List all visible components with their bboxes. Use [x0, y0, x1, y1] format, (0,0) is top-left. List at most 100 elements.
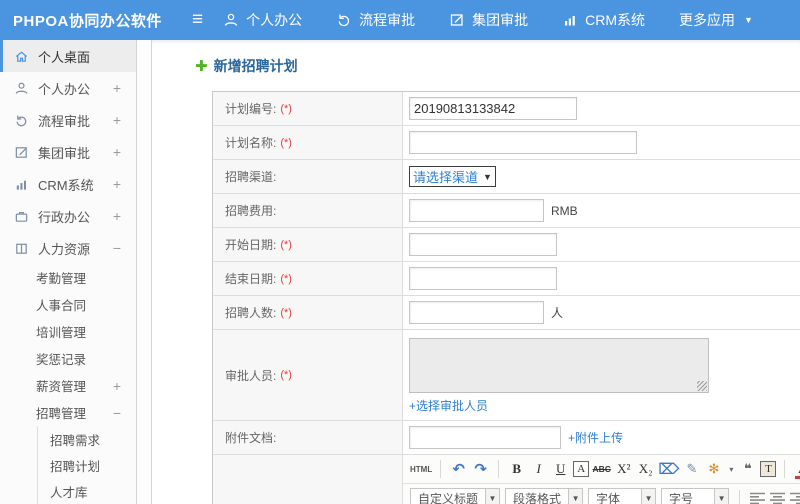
blockquote-icon[interactable]: ❝: [738, 459, 757, 479]
nav-item-group-approval[interactable]: 集团审批: [449, 10, 528, 30]
underline-icon[interactable]: U: [551, 459, 570, 479]
sidebar-item-admin-office[interactable]: 行政办公 +: [0, 200, 136, 232]
toolbar-separator: [498, 460, 500, 478]
edit-icon: [449, 12, 465, 28]
channel-select[interactable]: 请选择渠道 ▼: [409, 166, 496, 187]
auto-clean-icon[interactable]: ✻: [704, 459, 723, 479]
superscript-icon[interactable]: X²: [614, 459, 633, 479]
font-color-icon[interactable]: A: [793, 459, 800, 479]
expand-icon[interactable]: +: [113, 112, 121, 128]
sidebar-splitter[interactable]: [137, 40, 152, 504]
attachment-input[interactable]: [409, 426, 561, 449]
fee-unit: RMB: [551, 203, 578, 218]
field-label: 招聘渠道:: [225, 170, 277, 184]
field-label: 招聘费用:: [225, 204, 277, 218]
redo-icon[interactable]: ↷: [471, 459, 490, 479]
undo-icon[interactable]: ↶: [449, 459, 468, 479]
expand-icon[interactable]: +: [113, 144, 121, 160]
sidebar-item-talent-pool[interactable]: 人才库: [38, 478, 136, 504]
field-label: 审批人员:: [225, 368, 277, 383]
char-border-icon[interactable]: A: [573, 461, 590, 477]
required-mark: (*): [280, 306, 292, 319]
main-content: ✚ 新增招聘计划 计划编号:(*) 计划名称:(*) 招聘渠道: 请选择渠道 ▼: [152, 40, 800, 504]
caret-down-icon: ▼: [485, 489, 500, 504]
caret-down-icon[interactable]: ▾: [727, 459, 735, 479]
sidebar-item-desktop[interactable]: 个人桌面: [0, 40, 136, 72]
font-size-select[interactable]: 字号 ▼: [661, 488, 730, 504]
form-row-attachment: 附件文档: +附件上传: [213, 421, 800, 455]
app-logo: PHPOA协同办公软件: [13, 12, 162, 30]
format-brush-icon[interactable]: ✎: [682, 459, 701, 479]
plus-icon: ✚: [195, 58, 208, 75]
subscript-icon[interactable]: X₂: [636, 459, 655, 479]
caret-down-icon: ▼: [483, 171, 492, 182]
plan-name-input[interactable]: [409, 131, 637, 154]
caret-down-icon: ▼: [568, 489, 583, 504]
required-mark: (*): [280, 272, 292, 285]
nav-item-more-apps[interactable]: 更多应用 ▼: [679, 10, 753, 30]
nav-item-personal-office[interactable]: 个人办公: [223, 10, 302, 30]
hamburger-menu-icon[interactable]: ≡: [192, 9, 203, 31]
sidebar-item-salary[interactable]: 薪资管理 +: [0, 372, 136, 399]
sidebar-item-training[interactable]: 培训管理: [0, 318, 136, 345]
collapse-icon[interactable]: −: [113, 405, 121, 421]
required-mark: (*): [280, 238, 292, 251]
collapse-icon[interactable]: −: [113, 240, 121, 256]
remove-format-icon[interactable]: ⌦: [658, 459, 679, 479]
process-icon: [13, 112, 29, 128]
required-mark: (*): [280, 136, 292, 149]
paste-text-icon[interactable]: T: [760, 461, 777, 477]
recruitment-plan-form: 计划编号:(*) 计划名称:(*) 招聘渠道: 请选择渠道 ▼: [212, 91, 800, 504]
briefcase-icon: [13, 208, 29, 224]
align-left-icon[interactable]: [750, 492, 766, 504]
sidebar-item-rewards[interactable]: 奖惩记录: [0, 345, 136, 372]
sidebar-item-recruitment[interactable]: 招聘管理 −: [0, 399, 136, 426]
font-family-select[interactable]: 字体 ▼: [588, 488, 657, 504]
sidebar-item-process-approval[interactable]: 流程审批 +: [0, 104, 136, 136]
bold-icon[interactable]: B: [507, 459, 526, 479]
top-header: PHPOA协同办公软件 ≡ 个人办公 流程审批 集团审批 CRM系统 更多应用 …: [0, 0, 800, 40]
book-icon: [13, 240, 29, 256]
html-source-button[interactable]: HTML: [410, 459, 432, 479]
required-mark: (*): [280, 369, 292, 381]
user-icon: [223, 12, 239, 28]
toolbar-separator: [739, 489, 741, 504]
expand-icon[interactable]: +: [113, 378, 121, 394]
start-date-input[interactable]: [409, 233, 557, 256]
expand-icon[interactable]: +: [113, 176, 121, 192]
italic-icon[interactable]: I: [529, 459, 548, 479]
process-icon: [336, 12, 352, 28]
sidebar-item-recruit-plan[interactable]: 招聘计划: [38, 452, 136, 478]
expand-icon[interactable]: +: [113, 80, 121, 96]
nav-item-crm[interactable]: CRM系统: [562, 10, 645, 30]
sidebar-item-crm[interactable]: CRM系统 +: [0, 168, 136, 200]
strikethrough-icon[interactable]: ABC: [592, 459, 611, 479]
headcount-input[interactable]: [409, 301, 544, 324]
sidebar-item-group-approval[interactable]: 集团审批 +: [0, 136, 136, 168]
form-row-editor: HTML ↶ ↷ B I U A ABC X² X₂ ⌦ ✎ ✻ ▾ ❝ T 自…: [213, 455, 800, 504]
custom-heading-select[interactable]: 自定义标题 ▼: [410, 488, 501, 504]
align-center-icon[interactable]: [770, 492, 786, 504]
sidebar-item-personal-office[interactable]: 个人办公 +: [0, 72, 136, 104]
sidebar-item-hr-contract[interactable]: 人事合同: [0, 291, 136, 318]
fee-input[interactable]: [409, 199, 544, 222]
sidebar-item-hr[interactable]: 人力资源 −: [0, 232, 136, 264]
approvers-textarea[interactable]: [409, 338, 709, 393]
select-approvers-link[interactable]: +选择审批人员: [409, 397, 488, 414]
expand-icon[interactable]: +: [113, 208, 121, 224]
field-label: 开始日期:: [225, 238, 277, 252]
form-row-plan-number: 计划编号: (*): [213, 92, 800, 126]
paragraph-format-select[interactable]: 段落格式 ▼: [505, 488, 584, 504]
attachment-upload-link[interactable]: +附件上传: [568, 429, 623, 446]
top-navigation: 个人办公 流程审批 集团审批 CRM系统 更多应用 ▼: [223, 10, 753, 30]
nav-item-process-approval[interactable]: 流程审批: [336, 10, 415, 30]
page-title: ✚ 新增招聘计划: [195, 58, 298, 75]
form-row-channel: 招聘渠道: 请选择渠道 ▼: [213, 160, 800, 194]
sidebar-item-attendance[interactable]: 考勤管理: [0, 264, 136, 291]
end-date-input[interactable]: [409, 267, 557, 290]
editor-label-cell: [213, 455, 403, 504]
home-icon: [13, 48, 29, 64]
align-right-icon[interactable]: [790, 492, 800, 504]
sidebar-item-recruit-demand[interactable]: 招聘需求: [38, 426, 136, 452]
plan-number-input[interactable]: [409, 97, 577, 120]
